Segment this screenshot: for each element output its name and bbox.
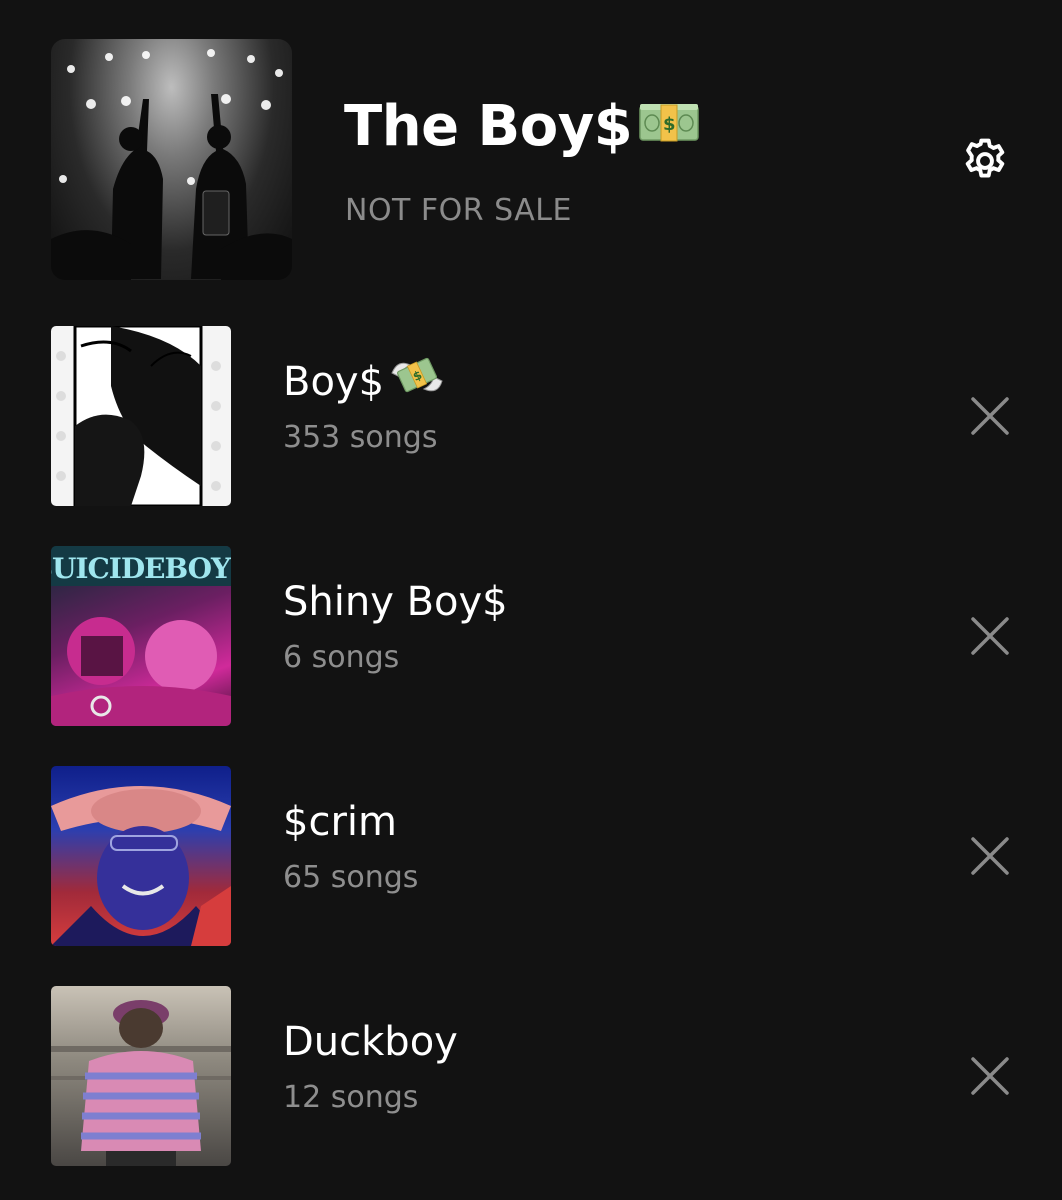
close-icon [971,617,1009,655]
playlist-list: Boy$ $ 353 songs UICIDEBOY Shiny Boy$ 6 … [0,326,1062,1200]
playlist-title: Boy$ $ [283,356,446,410]
folder-title: The Boy$ $ [344,91,700,163]
playlist-song-count: 12 songs [283,1080,419,1115]
playlist-title: Shiny Boy$ [283,579,508,625]
playlist-song-count: 353 songs [283,420,438,455]
playlist-row[interactable]: Duckboy 12 songs [0,986,1062,1200]
playlist-title: Duckboy [283,1019,458,1065]
playlist-thumbnail: SUICIDEBOYS [51,546,231,726]
playlist-thumbnail [51,986,231,1166]
remove-playlist-button[interactable] [960,606,1020,666]
folder-title-text: The Boy$ [344,94,633,159]
playlist-row[interactable]: $crim 65 songs [0,766,1062,986]
svg-text:$: $ [663,114,675,135]
playlist-title-text: Boy$ [283,359,385,405]
svg-text:SUICIDEBOYS: SUICIDEBOYS [51,552,231,585]
playlist-thumbnail [51,326,231,506]
money-with-wings-icon: $ [388,351,446,410]
folder-subtitle: NOT FOR SALE [345,193,572,228]
playlist-row[interactable]: Boy$ $ 353 songs [0,326,1062,546]
playlist-song-count: 6 songs [283,640,400,675]
remove-playlist-button[interactable] [960,826,1020,886]
playlist-folder-screen: The Boy$ $ NOT FOR SALE Boy$ $ 353 songs… [0,0,1062,1200]
folder-cover-image [51,39,292,280]
remove-playlist-button[interactable] [960,386,1020,446]
playlist-song-count: 65 songs [283,860,419,895]
close-icon [971,837,1009,875]
close-icon [971,397,1009,435]
close-icon [971,1057,1009,1095]
settings-button[interactable] [957,133,1013,189]
gear-icon [965,138,1005,178]
playlist-row[interactable]: SUICIDEBOYS Shiny Boy$ 6 songs [0,546,1062,766]
playlist-thumbnail [51,766,231,946]
playlist-title: $crim [283,799,397,845]
concert-photo-illustration [51,49,292,280]
folder-header: The Boy$ $ NOT FOR SALE [51,39,1011,280]
money-bundle-icon: $ [638,88,700,160]
remove-playlist-button[interactable] [960,1046,1020,1106]
